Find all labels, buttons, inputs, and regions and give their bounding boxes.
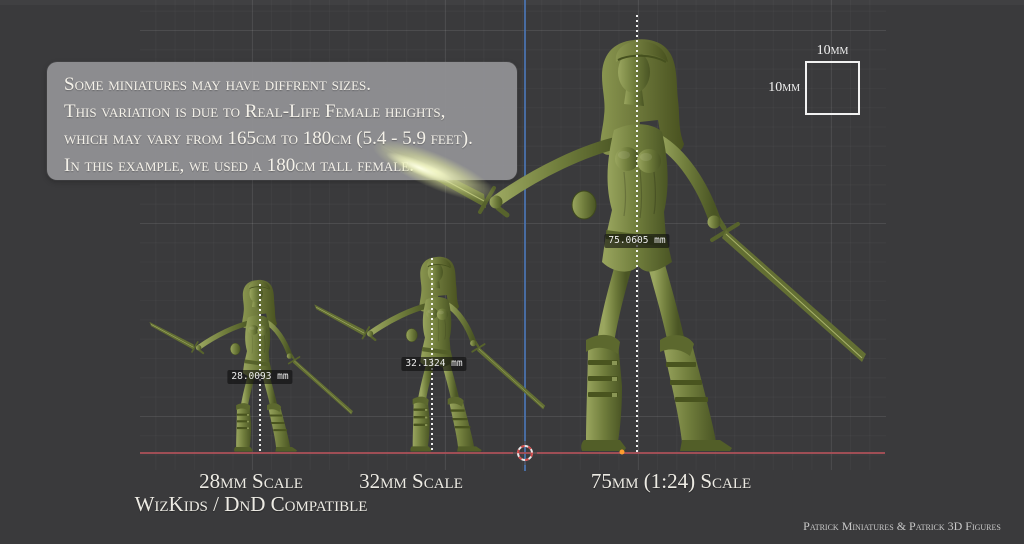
measure-line-32mm bbox=[431, 258, 433, 452]
blender-viewport: 28.0093 mm 32.1324 mm 75.0605 mm Some mi… bbox=[0, 0, 1024, 544]
object-origin-dot bbox=[620, 450, 625, 455]
scale-label-28mm: 28mm Scale bbox=[199, 469, 303, 494]
reference-square-10mm bbox=[805, 61, 860, 115]
scale-label-75mm: 75mm (1:24) Scale bbox=[591, 469, 751, 494]
miniature-32mm-figure[interactable] bbox=[442, 452, 444, 454]
reference-square-top-label: 10mm bbox=[805, 43, 860, 59]
measurement-label-32mm: 32.1324 mm bbox=[401, 357, 466, 371]
measure-line-28mm bbox=[259, 284, 261, 452]
info-line-1: Some miniatures may have diffrent sizes. bbox=[64, 71, 517, 98]
viewport-3d-cursor bbox=[512, 440, 538, 466]
z-axis-line bbox=[524, 0, 526, 471]
miniature-75mm-figure[interactable] bbox=[648, 452, 650, 454]
scale-label-32mm: 32mm Scale bbox=[359, 469, 463, 494]
info-line-3: which may vary from 165cm to 180cm (5.4 … bbox=[64, 125, 517, 152]
info-line-2: This variation is due to Real-Life Femal… bbox=[64, 98, 517, 125]
watermark-text: Patrick Miniatures & Patrick 3D Figures bbox=[803, 519, 1001, 534]
scale-sublabel-28mm: WizKids / DnD Compatible bbox=[135, 492, 368, 517]
reference-square-side-label: 10mm bbox=[752, 80, 800, 96]
measurement-label-28mm: 28.0093 mm bbox=[227, 370, 292, 384]
measurement-label-75mm: 75.0605 mm bbox=[604, 234, 669, 248]
miniature-28mm-figure[interactable] bbox=[262, 452, 264, 454]
